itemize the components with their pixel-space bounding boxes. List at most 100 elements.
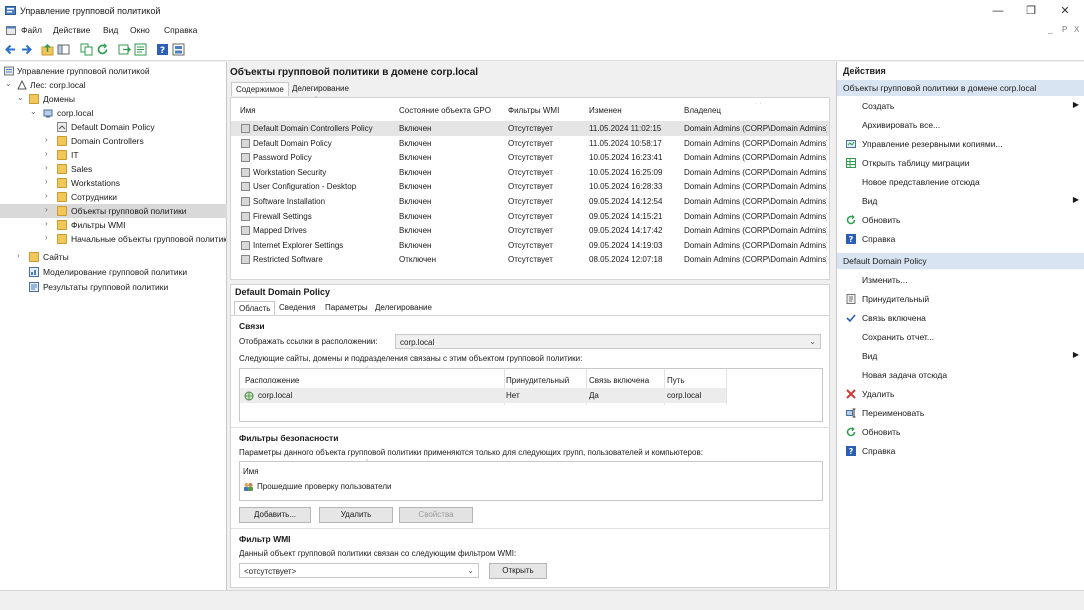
expanded-chevron-icon[interactable]: ⌄: [5, 79, 12, 88]
tree-item-domain-controllers[interactable]: › Domain Controllers: [0, 134, 227, 148]
tree-item-sites[interactable]: › Сайты: [0, 250, 227, 264]
menu-window[interactable]: Окно: [130, 25, 150, 35]
action-new-task[interactable]: Новая задача отсюда: [837, 365, 1084, 384]
tab-delegation[interactable]: Делегирование: [371, 301, 436, 315]
tab-scope[interactable]: Область: [234, 301, 276, 315]
table-row[interactable]: Password Policy Включен Отсутствует 10.05.2…: [231, 150, 829, 165]
tree-item-results[interactable]: Результаты групповой политики: [0, 280, 227, 294]
actions-section-default-domain-policy[interactable]: Default Domain Policy: [837, 253, 1084, 269]
tree-item-employees[interactable]: › Сотрудники: [0, 190, 227, 204]
table-row[interactable]: Workstation Security Включен Отсутствует 10…: [231, 165, 829, 180]
table-row[interactable]: User Configuration - Desktop Включен Отсут…: [231, 179, 829, 194]
menu-file[interactable]: Файл: [21, 25, 42, 35]
action-help[interactable]: ? Справка: [837, 229, 1084, 248]
column-header-wmi[interactable]: Фильтры WMI: [508, 106, 559, 115]
collapsed-chevron-icon[interactable]: ›: [45, 205, 48, 214]
action-view-2[interactable]: Вид ▶: [837, 346, 1084, 365]
column-header-name[interactable]: Имя: [240, 106, 256, 115]
add-button[interactable]: Добавить...: [239, 507, 311, 523]
action-manage-backups[interactable]: Управление резервными копиями...: [837, 134, 1084, 153]
export-list-icon[interactable]: [118, 43, 131, 56]
tab-settings[interactable]: Параметры: [321, 301, 372, 315]
table-row[interactable]: Default Domain Controllers Policy Включен…: [231, 121, 829, 136]
expanded-chevron-icon[interactable]: ⌄: [17, 93, 24, 102]
help-icon[interactable]: ?: [156, 43, 169, 56]
links-location-select[interactable]: corp.local ⌄: [395, 334, 821, 349]
collapsed-chevron-icon[interactable]: ›: [45, 177, 48, 186]
tree-item-domains[interactable]: ⌄ Домены: [0, 92, 227, 106]
menu-action[interactable]: Действие: [53, 25, 90, 35]
mdi-restore-button[interactable]: P: [1062, 25, 1067, 34]
close-button[interactable]: ✕: [1050, 3, 1080, 19]
action-enforced[interactable]: Принудительный: [837, 289, 1084, 308]
action-refresh-2[interactable]: Обновить: [837, 422, 1084, 441]
tree-item-gpo-container[interactable]: › Объекты групповой политики: [0, 204, 227, 218]
tree-item-forest[interactable]: ⌄ Лес: corp.local: [0, 78, 227, 92]
action-save-report[interactable]: Сохранить отчет...: [837, 327, 1084, 346]
action-help-2[interactable]: ? Справка: [837, 441, 1084, 460]
collapsed-chevron-icon[interactable]: ›: [45, 135, 48, 144]
action-new-view[interactable]: Новое представление отсюда: [837, 172, 1084, 191]
mdi-close-button[interactable]: X: [1074, 25, 1079, 34]
collapsed-chevron-icon[interactable]: ›: [45, 219, 48, 228]
tree-item-gpmc-root[interactable]: Управление групповой политикой: [0, 64, 227, 78]
collapsed-chevron-icon[interactable]: ›: [45, 233, 48, 242]
tree-item-sales[interactable]: › Sales: [0, 162, 227, 176]
action-refresh[interactable]: Обновить: [837, 210, 1084, 229]
actions-section-gpo-container[interactable]: Объекты групповой политики в домене corp…: [837, 80, 1084, 96]
table-row[interactable]: Restricted Software Отключен Отсутствует 08…: [231, 252, 829, 267]
collapsed-chevron-icon[interactable]: ›: [45, 149, 48, 158]
collapsed-chevron-icon[interactable]: ›: [17, 251, 20, 260]
collapsed-chevron-icon[interactable]: ›: [45, 191, 48, 200]
tab-details[interactable]: Сведения: [275, 301, 320, 315]
action-backup-all[interactable]: Архивировать все...: [837, 115, 1084, 134]
column-header-status[interactable]: Состояние объекта GPO: [399, 106, 491, 115]
forward-arrow-icon[interactable]: [20, 43, 33, 56]
console-menu-icon[interactable]: [6, 26, 16, 35]
show-hide-tree-icon[interactable]: [57, 43, 70, 56]
action-link-enabled[interactable]: Связь включена: [837, 308, 1084, 327]
maximize-button[interactable]: ❐: [1016, 3, 1046, 19]
wmi-filter-select[interactable]: <отсутствует> ⌄: [239, 563, 479, 578]
tree-item-it[interactable]: › IT: [0, 148, 227, 162]
menu-help[interactable]: Справка: [164, 25, 197, 35]
column-header-path[interactable]: Путь: [667, 376, 685, 385]
table-row[interactable]: Mapped Drives Включен Отсутствует 09.05.202…: [231, 223, 829, 238]
action-edit[interactable]: Изменить...: [837, 270, 1084, 289]
up-folder-icon[interactable]: [41, 43, 54, 56]
tree-item-starter-gpos[interactable]: › Начальные объекты групповой политики: [0, 232, 227, 246]
action-delete[interactable]: Удалить: [837, 384, 1084, 403]
tab-delegation[interactable]: Делегирование: [288, 82, 353, 96]
remove-button[interactable]: Удалить: [319, 507, 393, 523]
open-wmi-filter-button[interactable]: Открыть: [489, 563, 547, 579]
properties-button[interactable]: Свойства: [399, 507, 473, 523]
action-rename[interactable]: Переименовать: [837, 403, 1084, 422]
collapsed-chevron-icon[interactable]: ›: [45, 163, 48, 172]
properties-icon[interactable]: [134, 43, 147, 56]
list-item[interactable]: Прошедшие проверку пользователи: [240, 479, 822, 495]
column-header-enforced[interactable]: Принудительный: [506, 376, 569, 385]
tree-item-modeling[interactable]: Моделирование групповой политики: [0, 265, 227, 279]
tree-item-workstations[interactable]: › Workstations: [0, 176, 227, 190]
column-header-link-enabled[interactable]: Связь включена: [589, 376, 649, 385]
copy-icon[interactable]: [80, 43, 93, 56]
mdi-minimize-button[interactable]: _: [1048, 25, 1052, 34]
column-header-owner[interactable]: Владелец: [684, 106, 721, 115]
menu-view[interactable]: Вид: [103, 25, 118, 35]
column-header-modified[interactable]: Изменен: [589, 106, 622, 115]
minimize-button[interactable]: —: [983, 3, 1013, 19]
tree-item-domain[interactable]: ⌄ corp.local: [0, 106, 227, 120]
back-arrow-icon[interactable]: [4, 43, 17, 56]
refresh-icon[interactable]: [96, 43, 109, 56]
tree-item-default-domain-policy[interactable]: Default Domain Policy: [0, 120, 227, 134]
action-view[interactable]: Вид ▶: [837, 191, 1084, 210]
table-row[interactable]: Software Installation Включен Отсутствует 0…: [231, 194, 829, 209]
column-header-security-name[interactable]: Имя: [243, 467, 259, 476]
expanded-chevron-icon[interactable]: ⌄: [30, 107, 37, 116]
action-open-migration-table[interactable]: Открыть таблицу миграции: [837, 153, 1084, 172]
action-create[interactable]: Создать ▶: [837, 96, 1084, 115]
tab-contents[interactable]: Содержимое: [231, 82, 289, 96]
table-row[interactable]: Default Domain Policy Включен Отсутствует 1…: [231, 136, 829, 151]
view-options-icon[interactable]: [172, 43, 185, 56]
table-row[interactable]: Firewall Settings Включен Отсутствует 09.05…: [231, 209, 829, 224]
